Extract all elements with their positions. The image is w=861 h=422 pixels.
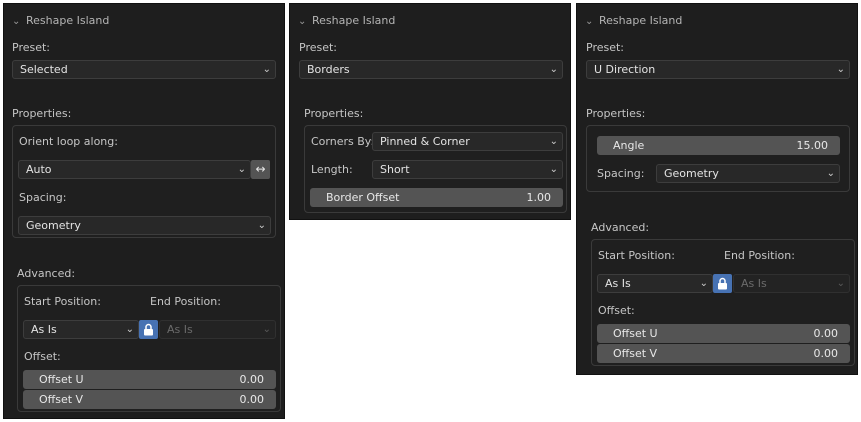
properties-box: Angle 15.00 Spacing: Geometry ⌄ — [586, 125, 850, 192]
chevron-down-icon: ⌄ — [549, 164, 558, 175]
preset-label: Preset: — [586, 41, 625, 54]
offset-v-value: 0.00 — [813, 347, 839, 360]
panel-header[interactable]: ⌄ Reshape Island — [585, 13, 682, 29]
preset-dropdown[interactable]: U Direction ⌄ — [586, 60, 850, 79]
chevron-down-icon: ⌄ — [826, 168, 835, 179]
advanced-label: Advanced: — [591, 221, 650, 234]
start-position-dropdown[interactable]: As Is ⌄ — [597, 274, 713, 293]
panel-title: Reshape Island — [26, 14, 110, 27]
offset-u-label: Offset U — [613, 327, 658, 340]
length-value: Short — [380, 163, 410, 176]
offset-v-value: 0.00 — [239, 393, 265, 406]
lock-button[interactable] — [713, 274, 732, 293]
preset-dropdown[interactable]: Borders ⌄ — [299, 60, 563, 79]
angle-field[interactable]: Angle 15.00 — [597, 136, 840, 155]
chevron-down-icon: ⌄ — [699, 278, 708, 289]
spacing-value: Geometry — [664, 167, 719, 180]
offset-label: Offset: — [598, 304, 635, 317]
border-offset-field[interactable]: Border Offset 1.00 — [310, 188, 563, 207]
offset-u-value: 0.00 — [813, 327, 839, 340]
start-position-label: Start Position: — [598, 249, 675, 262]
start-position-value: As Is — [31, 323, 57, 336]
corners-by-value: Pinned & Corner — [380, 135, 470, 148]
start-position-value: As Is — [605, 277, 631, 290]
offset-v-label: Offset V — [39, 393, 84, 406]
chevron-down-icon: ⌄ — [549, 136, 558, 147]
reshape-island-panel-selected: ⌄ Reshape Island Preset: Selected ⌄ Prope… — [3, 3, 285, 419]
offset-v-label: Offset V — [613, 347, 658, 360]
advanced-label: Advanced: — [17, 267, 76, 280]
preset-value: Selected — [20, 63, 68, 76]
chevron-down-icon: ⌄ — [257, 220, 266, 231]
reshape-island-panel-borders: ⌄ Reshape Island Preset: Borders ⌄ Proper… — [289, 3, 571, 220]
panel-title: Reshape Island — [599, 14, 683, 27]
angle-label: Angle — [613, 139, 645, 152]
chevron-down-icon: ⌄ — [836, 278, 845, 289]
offset-u-field[interactable]: Offset U 0.00 — [597, 324, 850, 343]
spacing-dropdown[interactable]: Geometry ⌄ — [18, 216, 271, 235]
end-position-value: As Is — [741, 277, 767, 290]
length-dropdown[interactable]: Short ⌄ — [372, 160, 563, 179]
advanced-box: Start Position: End Position: As Is ⌄ As… — [17, 285, 281, 412]
preset-value: U Direction — [594, 63, 656, 76]
offset-u-field[interactable]: Offset U 0.00 — [23, 370, 276, 389]
end-position-label: End Position: — [150, 295, 221, 308]
panel-header[interactable]: ⌄ Reshape Island — [12, 13, 109, 29]
angle-value: 15.00 — [796, 139, 829, 152]
end-position-dropdown: As Is ⌄ — [159, 320, 276, 339]
preset-dropdown[interactable]: Selected ⌄ — [12, 60, 276, 79]
border-offset-label: Border Offset — [326, 191, 400, 204]
advanced-box: Start Position: End Position: As Is ⌄ As… — [591, 239, 855, 366]
lock-icon — [718, 277, 727, 290]
start-position-label: Start Position: — [24, 295, 101, 308]
border-offset-value: 1.00 — [526, 191, 552, 204]
corners-by-dropdown[interactable]: Pinned & Corner ⌄ — [372, 132, 563, 151]
chevron-down-icon[interactable]: ⌄ — [585, 14, 597, 30]
spacing-label: Spacing: — [19, 191, 67, 204]
preset-label: Preset: — [299, 41, 338, 54]
preset-label: Preset: — [12, 41, 51, 54]
chevron-down-icon: ⌄ — [262, 64, 271, 75]
length-label: Length: — [311, 163, 353, 176]
chevron-down-icon: ⌄ — [125, 324, 134, 335]
properties-label: Properties: — [304, 107, 364, 120]
chevron-down-icon: ⌄ — [836, 64, 845, 75]
orient-loop-dropdown[interactable]: Auto ⌄ — [18, 160, 251, 179]
end-position-label: End Position: — [724, 249, 795, 262]
chevron-down-icon[interactable]: ⌄ — [298, 14, 310, 30]
preset-value: Borders — [307, 63, 350, 76]
panel-title: Reshape Island — [312, 14, 396, 27]
spacing-value: Geometry — [26, 219, 81, 232]
start-position-dropdown[interactable]: As Is ⌄ — [23, 320, 139, 339]
offset-v-field[interactable]: Offset V 0.00 — [597, 344, 850, 363]
properties-label: Properties: — [12, 107, 72, 120]
reshape-island-panel-u-direction: ⌄ Reshape Island Preset: U Direction ⌄ Pr… — [576, 3, 858, 375]
properties-box: Corners By: Pinned & Corner ⌄ Length: Sh… — [304, 125, 567, 213]
end-position-dropdown: As Is ⌄ — [733, 274, 850, 293]
lock-icon — [144, 323, 153, 336]
orient-loop-label: Orient loop along: — [19, 135, 118, 148]
offset-u-label: Offset U — [39, 373, 84, 386]
swap-arrows-icon: ↔ — [255, 162, 266, 176]
chevron-down-icon: ⌄ — [549, 64, 558, 75]
chevron-down-icon: ⌄ — [262, 324, 271, 335]
orient-loop-value: Auto — [26, 163, 52, 176]
end-position-value: As Is — [167, 323, 193, 336]
offset-label: Offset: — [24, 350, 61, 363]
panel-header[interactable]: ⌄ Reshape Island — [298, 13, 395, 29]
offset-u-value: 0.00 — [239, 373, 265, 386]
spacing-label: Spacing: — [597, 167, 645, 180]
swap-arrows-button[interactable]: ↔ — [251, 160, 270, 179]
properties-label: Properties: — [586, 107, 646, 120]
properties-box: Orient loop along: Auto ⌄ ↔ Spacing: Geo… — [12, 125, 276, 238]
spacing-dropdown[interactable]: Geometry ⌄ — [656, 164, 840, 183]
lock-button[interactable] — [139, 320, 158, 339]
chevron-down-icon[interactable]: ⌄ — [12, 14, 24, 30]
offset-v-field[interactable]: Offset V 0.00 — [23, 390, 276, 409]
corners-by-label: Corners By: — [311, 135, 375, 148]
chevron-down-icon: ⌄ — [237, 164, 246, 175]
